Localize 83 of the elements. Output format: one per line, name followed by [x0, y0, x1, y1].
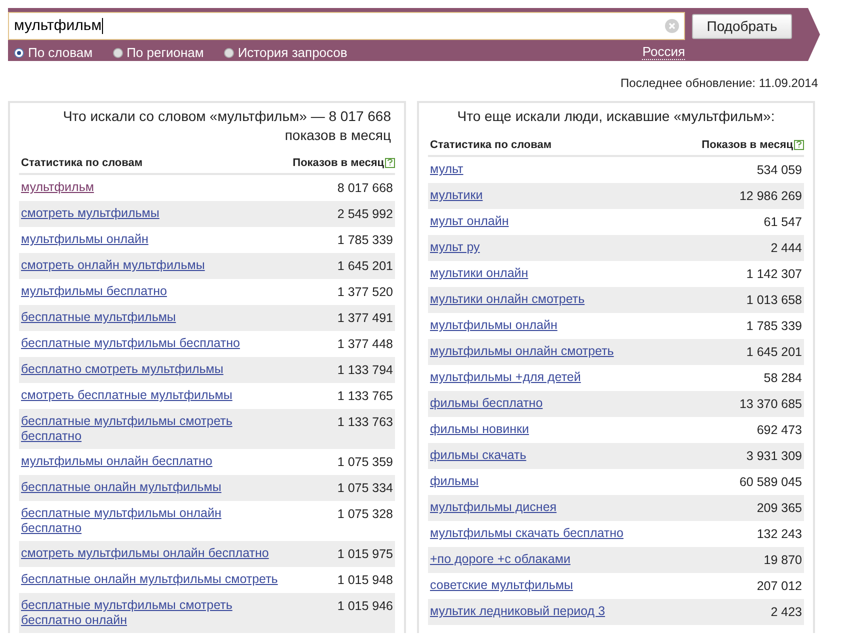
impressions-count: 58 284: [764, 370, 802, 386]
keyword-link[interactable]: мульт онлайн: [430, 214, 509, 229]
help-icon[interactable]: [385, 158, 395, 168]
impressions-count: 1 133 794: [337, 362, 393, 378]
impressions-count: 1 075 328: [337, 506, 393, 522]
impressions-count: 1 133 765: [337, 388, 393, 404]
keyword-link[interactable]: мультики онлайн: [430, 266, 528, 281]
panel-title: Что искали со словом «мультфильм» — 8 017 668 показов в месяц: [62, 107, 392, 145]
keyword-link[interactable]: бесплатные мультфильмы: [21, 310, 176, 325]
keyword-link[interactable]: мультики: [430, 188, 483, 203]
impressions-count: 1 377 520: [337, 284, 393, 300]
keyword-link[interactable]: фильмы: [430, 474, 479, 489]
impressions-count: 1 015 946: [337, 598, 393, 614]
impressions-count: 1 377 491: [337, 310, 393, 326]
keyword-link[interactable]: мультфильмы бесплатно: [21, 284, 167, 299]
keyword-link[interactable]: смотреть бесплатные мультфильмы: [21, 388, 232, 403]
column-header: Статистика по словам: [20, 156, 143, 170]
help-icon[interactable]: [794, 140, 804, 150]
impressions-count: 1 645 201: [746, 344, 802, 360]
impressions-count: 207 012: [756, 578, 802, 594]
impressions-count: 2 444: [770, 240, 802, 256]
keyword-link[interactable]: смотреть онлайн мультфильмы: [21, 258, 205, 273]
keyword-link[interactable]: мульт ру: [430, 240, 480, 255]
impressions-count: 13 370 685: [739, 396, 802, 412]
impressions-count: 132 243: [756, 526, 802, 542]
keyword-link[interactable]: мультики онлайн смотреть: [430, 292, 585, 307]
column-header: Показов в месяц: [292, 156, 384, 170]
keyword-link[interactable]: мультфильмы скачать бесплатно: [430, 526, 624, 541]
keyword-link[interactable]: бесплатно смотреть мультфильмы: [21, 362, 224, 377]
impressions-count: 60 589 045: [739, 474, 802, 490]
last-update-text: Последнее обновление: 11.09.2014: [620, 75, 818, 92]
keyword-link[interactable]: +по дороге +с облаками: [430, 552, 570, 567]
keyword-link[interactable]: мультфильмы онлайн смотреть: [430, 344, 614, 359]
impressions-count: 2 423: [770, 604, 802, 620]
keyword-link[interactable]: мультфильм: [21, 180, 94, 195]
keyword-link[interactable]: смотреть мультфильмы онлайн бесплатно: [21, 546, 269, 561]
impressions-count: 209 365: [756, 500, 802, 516]
impressions-count: 1 142 307: [746, 266, 802, 282]
impressions-count: 1 785 339: [746, 318, 802, 334]
keyword-link[interactable]: мультфильмы +для детей: [430, 370, 581, 385]
keyword-link[interactable]: фильмы скачать: [430, 448, 526, 463]
impressions-count: 1 075 334: [337, 480, 393, 496]
mode-radio[interactable]: По словам: [14, 43, 93, 62]
keyword-link[interactable]: мультфильмы онлайн: [430, 318, 558, 333]
impressions-count: 3 931 309: [746, 448, 802, 464]
keyword-link[interactable]: фильмы бесплатно: [430, 396, 543, 411]
keyword-link[interactable]: мультфильмы диснея: [430, 500, 557, 515]
keyword-link[interactable]: смотреть мультфильмы: [21, 206, 160, 221]
impressions-count: 12 986 269: [739, 188, 802, 204]
keyword-link[interactable]: бесплатные мультфильмы смотреть бесплатно онлайн: [21, 598, 232, 628]
impressions-count: 1 015 948: [337, 572, 393, 588]
keyword-link[interactable]: мультфильмы онлайн бесплатно: [21, 454, 212, 469]
keyword-link[interactable]: бесплатные мультфильмы смотреть бесплатно: [21, 414, 232, 444]
column-header: Статистика по словам: [429, 138, 552, 152]
impressions-count: 1 133 763: [337, 414, 393, 430]
keyword-link[interactable]: мультик ледниковый период 3: [430, 604, 606, 619]
impressions-count: 8 017 668: [337, 180, 393, 196]
impressions-count: 534 059: [756, 162, 802, 178]
impressions-count: 1 013 658: [746, 292, 802, 308]
impressions-count: 1 645 201: [337, 258, 393, 274]
keyword-link[interactable]: бесплатные онлайн мультфильмы: [21, 480, 222, 495]
keyword-link[interactable]: бесплатные онлайн мультфильмы смотреть: [21, 572, 278, 587]
keyword-link[interactable]: фильмы новинки: [430, 422, 529, 437]
mode-radio[interactable]: По регионам: [112, 43, 204, 62]
impressions-count: 1 015 975: [337, 546, 393, 562]
keyword-link[interactable]: бесплатные мультфильмы онлайн бесплатно: [21, 506, 222, 536]
impressions-count: 1 075 359: [337, 454, 393, 470]
mode-radio[interactable]: История запросов: [224, 43, 348, 62]
panel-title: Что еще искали люди, искавшие «мультфильм»:: [456, 107, 776, 126]
impressions-count: 19 870: [764, 552, 802, 568]
impressions-count: 1 377 448: [337, 336, 393, 352]
impressions-count: 2 545 992: [337, 206, 393, 222]
keyword-link[interactable]: мультфильмы онлайн: [21, 232, 148, 247]
keyword-link[interactable]: бесплатные мультфильмы бесплатно: [21, 336, 240, 351]
impressions-count: 692 473: [756, 422, 802, 438]
keyword-link[interactable]: мульт: [430, 162, 464, 177]
search-field[interactable]: мультфильм: [8, 12, 685, 40]
impressions-count: 1 785 339: [337, 232, 393, 248]
region-link[interactable]: Россия: [642, 45, 685, 60]
search-button[interactable]: Подобрать: [692, 14, 792, 38]
keyword-link[interactable]: советские мультфильмы: [430, 578, 574, 593]
impressions-count: 61 547: [764, 214, 802, 230]
column-header: Показов в месяц: [702, 138, 793, 152]
